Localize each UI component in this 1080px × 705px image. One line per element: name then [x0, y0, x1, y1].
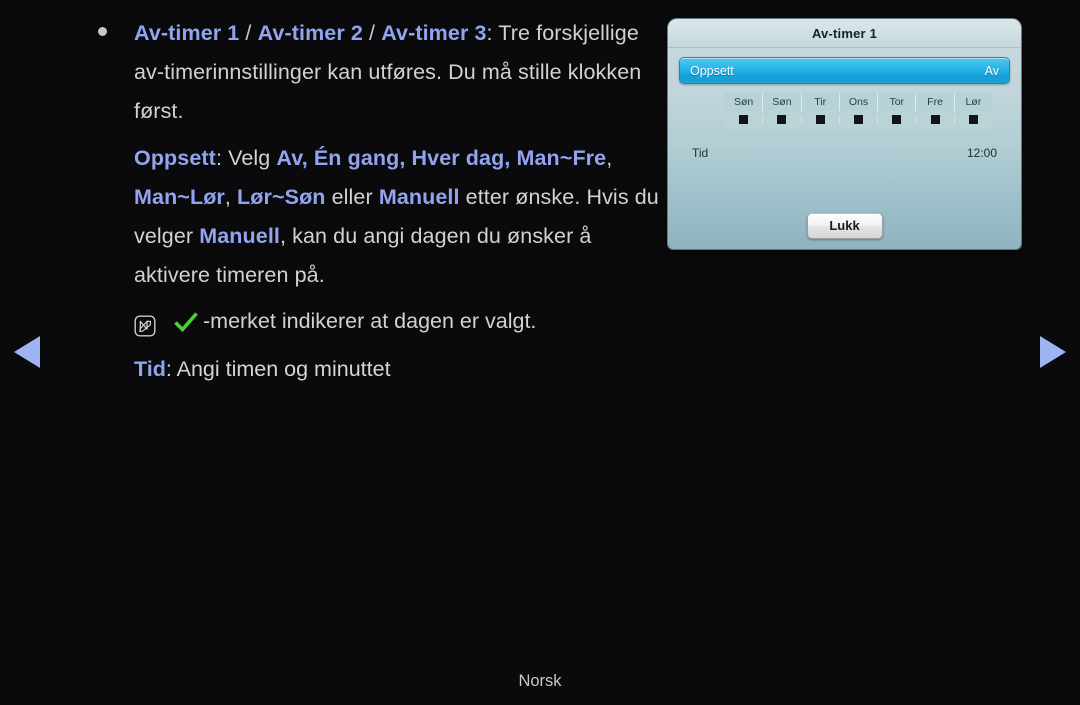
- dialog-row-tid-label: Tid: [692, 146, 709, 160]
- option-lor-son: Lør~Søn: [237, 185, 326, 209]
- dialog-titlebar: Av-timer 1: [668, 19, 1021, 48]
- day-checkbox-cell[interactable]: [763, 115, 802, 124]
- days-header-row: Søn Søn Tir Ons Tor Fre Lør: [725, 93, 992, 111]
- day-checkbox[interactable]: [853, 115, 863, 124]
- term-av-timer-2: Av-timer 2: [257, 21, 363, 45]
- option-man-lor: Man~Lør: [134, 185, 225, 209]
- day-header-cell: Tor: [878, 93, 917, 111]
- time-paragraph-text: : Angi timen og minuttet: [165, 357, 391, 381]
- day-checkbox-cell[interactable]: [916, 115, 955, 124]
- next-page-arrow[interactable]: [1040, 336, 1066, 368]
- day-header-cell: Lør: [954, 93, 992, 111]
- option-manuell-repeat: Manuell: [199, 224, 280, 248]
- dialog-row-tid[interactable]: Tid 12:00: [692, 146, 997, 160]
- dialog-row-oppsett-value: Av: [984, 63, 999, 78]
- days-checkbox-row: [725, 111, 992, 129]
- day-header-cell: Fre: [916, 93, 955, 111]
- bullet-paragraph-timers: Av-timer 1 / Av-timer 2 / Av-timer 3: Tr…: [88, 14, 660, 131]
- day-checkbox-cell[interactable]: [840, 115, 879, 124]
- day-checkbox-cell[interactable]: [955, 115, 992, 124]
- bullet-paragraph-text: Av-timer 1 / Av-timer 2 / Av-timer 3: Tr…: [134, 14, 660, 131]
- day-header-cell: Tir: [801, 93, 840, 111]
- note-row: -merket indikerer at dagen er valgt.: [88, 302, 660, 341]
- day-header-cell: Søn: [725, 93, 764, 111]
- option-av: Av,: [276, 146, 308, 170]
- day-checkbox[interactable]: [739, 115, 749, 124]
- dialog-footer: Lukk: [668, 213, 1021, 239]
- dialog-body: Oppsett Av Søn Søn Tir Ons Tor Fre Lør T…: [668, 48, 1021, 160]
- close-button[interactable]: Lukk: [806, 213, 883, 239]
- option-manuell: Manuell: [378, 185, 460, 209]
- separator-2: /: [362, 21, 382, 45]
- option-hver-dag: Hver dag,: [411, 146, 511, 170]
- term-oppsett: Oppsett: [134, 146, 216, 170]
- previous-page-arrow[interactable]: [14, 336, 40, 368]
- green-check-icon: [173, 310, 199, 334]
- day-checkbox-cell[interactable]: [878, 115, 917, 124]
- setup-paragraph: Oppsett: Velg Av, Én gang, Hver dag, Man…: [134, 146, 659, 287]
- tv-osd-dialog: Av-timer 1 Oppsett Av Søn Søn Tir Ons To…: [668, 19, 1021, 249]
- day-header-cell: Søn: [763, 93, 802, 111]
- separator-1: /: [239, 21, 258, 45]
- term-av-timer-1: Av-timer 1: [134, 21, 240, 45]
- time-paragraph: Tid: Angi timen og minuttet: [88, 350, 660, 389]
- day-checkbox[interactable]: [892, 115, 902, 124]
- dialog-row-oppsett-label: Oppsett: [690, 63, 734, 78]
- note-pen-icon: [134, 311, 156, 337]
- day-checkbox[interactable]: [968, 115, 978, 124]
- dialog-title: Av-timer 1: [811, 25, 878, 41]
- option-en-gang: Én gang,: [313, 146, 406, 170]
- day-checkbox[interactable]: [777, 115, 787, 124]
- setup-lead-text: : Velg: [215, 146, 277, 170]
- day-checkbox[interactable]: [815, 115, 825, 124]
- option-man-fre: Man~Fre: [516, 146, 607, 170]
- conjunction-eller: eller: [331, 185, 373, 209]
- day-checkbox-cell[interactable]: [802, 115, 840, 124]
- days-table: Søn Søn Tir Ons Tor Fre Lør: [725, 93, 992, 129]
- dialog-row-tid-value: 12:00: [966, 146, 997, 160]
- term-tid: Tid: [134, 357, 166, 381]
- page-footer-language: Norsk: [518, 672, 562, 690]
- day-checkbox-cell[interactable]: [725, 115, 764, 124]
- bullet-dot-icon: [98, 27, 107, 36]
- day-header-cell: Ons: [839, 93, 879, 111]
- day-checkbox[interactable]: [930, 115, 940, 124]
- term-av-timer-3: Av-timer 3: [381, 21, 487, 45]
- help-text-column: Av-timer 1 / Av-timer 2 / Av-timer 3: Tr…: [88, 14, 660, 389]
- dialog-row-oppsett[interactable]: Oppsett Av: [679, 57, 1010, 84]
- note-text: -merket indikerer at dagen er valgt.: [203, 309, 537, 333]
